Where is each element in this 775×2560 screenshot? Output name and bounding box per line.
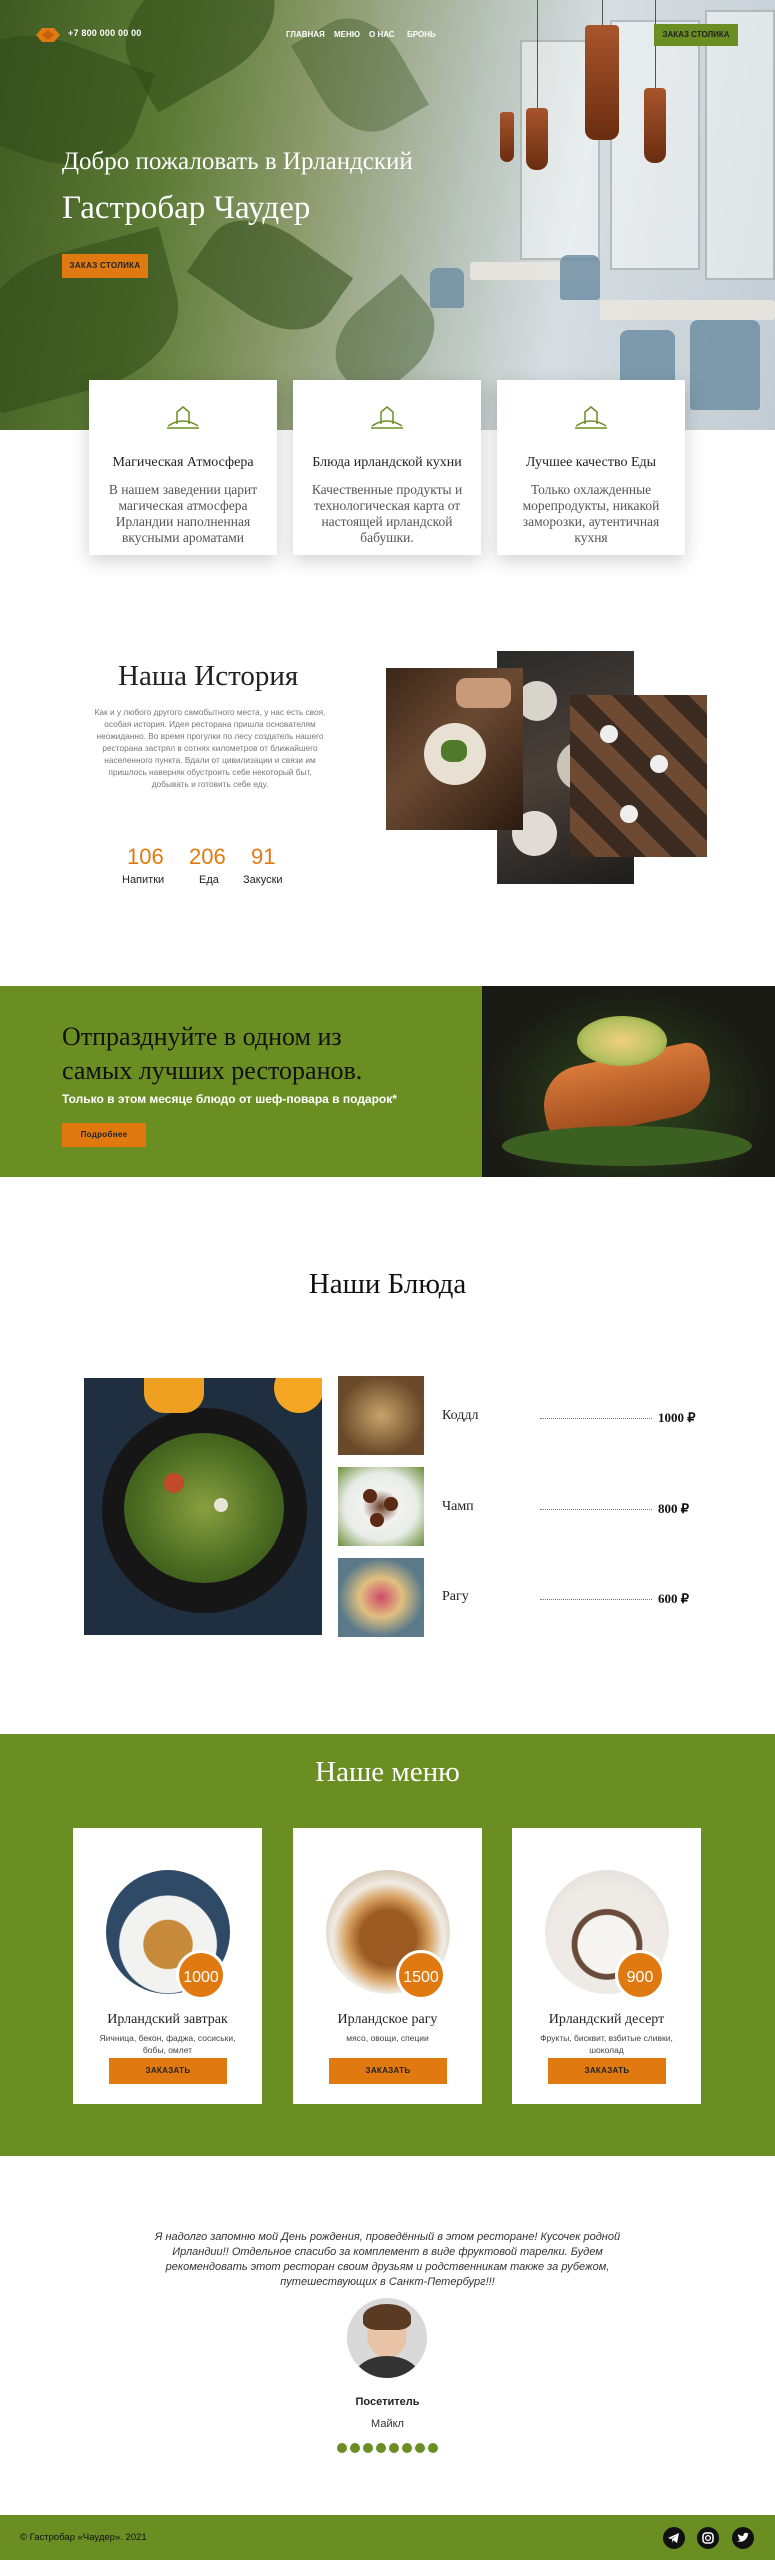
header-book-button[interactable]: ЗАКАЗ СТОЛИКА [654,24,738,46]
nav-item-about[interactable]: О НАС [369,30,395,39]
carousel-dot[interactable] [389,2443,399,2453]
dishes-title: Наши Блюда [308,1268,467,1300]
instagram-icon[interactable] [697,2527,719,2549]
dish-name: Коддл [442,1408,479,1423]
farm-icon [371,406,403,429]
dish-dots [540,1509,652,1510]
dish-price: 800 ₽ [658,1501,690,1516]
carousel-dot[interactable] [376,2443,386,2453]
stat-label: Напитки [122,874,165,886]
menu-card: 1500 Ирландское рагу мясо, овощи, специи… [293,1828,482,2104]
carousel-dot[interactable] [415,2443,425,2453]
dish-dots [540,1418,652,1419]
story-photo-chef [386,668,523,830]
nav-item-menu[interactable]: МЕНЮ [334,30,360,39]
promo-photo-salmon [482,986,775,1177]
menu-price-badge: 1500 [396,1950,446,2000]
hero-chair [430,268,464,308]
promo-subtitle: Только в этом месяце блюдо от шеф-повара… [62,1092,397,1106]
promo-more-button[interactable]: Подробнее [62,1123,146,1147]
carousel-dot[interactable] [363,2443,373,2453]
hero-title-line1: Добро пожаловать в Ирландский [62,148,413,175]
carousel-dot[interactable] [402,2443,412,2453]
header-phone[interactable]: +7 800 000 00 00 [68,28,142,38]
story-text: Как и у любого другого самобытного места… [94,707,326,789]
feature-title: Лучшее качество Еды [525,455,657,470]
menu-item-name: Ирландское рагу [337,2012,438,2027]
stat-value: 106 [127,844,164,869]
menu-item-desc: Фрукты, бисквит, взбитые сливки, шоколад [540,2033,673,2055]
feature-title: Блюда ирландской кухни [312,455,462,470]
dish-thumb [338,1467,424,1546]
dish-name: Чамп [442,1499,474,1514]
stat-value: 206 [189,844,226,869]
dish-thumb [338,1376,424,1455]
menu-price-badge: 1000 [176,1950,226,2000]
hero-lamp [500,112,514,162]
dish-dots [540,1599,652,1600]
footer-copyright: © Гастробар «Чаудер». 2021 [20,2532,147,2543]
menu-item-name: Ирландский десерт [548,2012,665,2027]
order-button[interactable]: ЗАКАЗАТЬ [548,2058,666,2084]
carousel-dot[interactable] [428,2443,438,2453]
nav-item-booking[interactable]: БРОНЬ [407,30,436,39]
order-button[interactable]: ЗАКАЗАТЬ [109,2058,227,2084]
feature-text: Качественные продукты и технологическая … [311,482,463,545]
stat-value: 91 [251,844,276,869]
promo-title-line1: Отпразднуйте в одном из [62,1022,342,1051]
telegram-icon[interactable] [663,2527,685,2549]
dish-price: 600 ₽ [658,1591,690,1606]
testimonial-name: Майкл [371,2418,404,2430]
menu-item-name: Ирландский завтрак [107,2012,228,2027]
avatar [347,2298,427,2378]
dish-name: Рагу [442,1589,469,1604]
hero-title-line2: Гастробар Чаудер [62,190,311,226]
farm-icon [575,406,607,429]
promo-title-line2: самых лучших ресторанов. [62,1056,363,1085]
feature-card: Лучшее качество Еды Только охлажденные м… [497,380,685,555]
feature-text: В нашем заведении царит магическая атмос… [108,482,258,545]
stat-label: Закуски [243,874,283,886]
menu-item-desc: Яичница, бекон, фаджа, сосиськи, бобы, о… [99,2033,236,2055]
hero-lamp [644,88,666,163]
menu-card: 900 Ирландский десерт Фрукты, бисквит, в… [512,1828,701,2104]
hero-book-button[interactable]: ЗАКАЗ СТОЛИКА [62,254,148,278]
logo-icon[interactable] [36,26,60,44]
feature-card: Блюда ирландской кухни Качественные прод… [293,380,481,555]
order-button[interactable]: ЗАКАЗАТЬ [329,2058,447,2084]
carousel-dot[interactable] [337,2443,347,2453]
farm-icon [167,406,199,429]
dishes-main-photo [84,1378,322,1635]
feature-text: Только охлажденные морепродукты, никакой… [522,482,660,545]
menu-title: Наше меню [315,1756,460,1788]
dish-thumb [338,1558,424,1637]
top-navbar: +7 800 000 00 00 ГЛАВНАЯ МЕНЮ О НАС БРОН… [0,0,775,70]
menu-card: 1000 Ирландский завтрак Яичница, бекон, … [73,1828,262,2104]
nav-item-home[interactable]: ГЛАВНАЯ [286,30,325,39]
menu-item-desc: мясо, овощи, специи [346,2033,429,2043]
hero-table [600,300,775,320]
testimonial-role: Посетитель [355,2396,420,2408]
dish-price: 1000 ₽ [658,1410,696,1425]
feature-title: Магическая Атмосфера [112,455,254,470]
hero-lamp [526,108,548,170]
hero-chair [690,320,760,410]
twitter-icon[interactable] [732,2527,754,2549]
feature-card: Магическая Атмосфера В нашем заведении ц… [89,380,277,555]
story-title: Наша История [118,660,299,692]
testimonial-quote: Я надолго запомню мой День рождения, про… [154,2231,621,2288]
stat-label: Еда [199,874,219,886]
story-photo-restaurant [570,695,707,857]
menu-price-badge: 900 [615,1950,665,2000]
hero-chair [560,255,600,300]
promo-title: Отпразднуйте в одном из самых лучших рес… [62,1020,362,1088]
carousel-dot[interactable] [350,2443,360,2453]
